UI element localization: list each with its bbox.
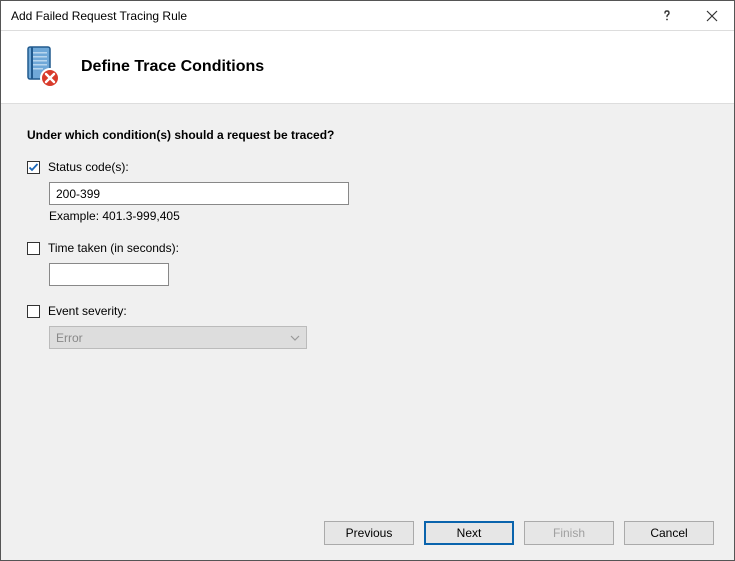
time-taken-checkbox[interactable] (27, 242, 40, 255)
event-severity-selected: Error (56, 331, 83, 345)
status-code-checkbox[interactable] (27, 161, 40, 174)
time-taken-label: Time taken (in seconds): (48, 241, 179, 255)
window-title: Add Failed Request Tracing Rule (11, 9, 644, 23)
status-code-group: Status code(s): Example: 401.3-999,405 (27, 160, 708, 223)
event-severity-group: Event severity: Error (27, 304, 708, 349)
wizard-step-title: Define Trace Conditions (81, 58, 264, 76)
wizard-header: Define Trace Conditions (1, 31, 734, 104)
cancel-button[interactable]: Cancel (624, 521, 714, 545)
close-button[interactable] (689, 1, 734, 31)
previous-button[interactable]: Previous (324, 521, 414, 545)
time-taken-input[interactable] (49, 263, 169, 286)
next-button[interactable]: Next (424, 521, 514, 545)
status-code-label: Status code(s): (48, 160, 129, 174)
titlebar: Add Failed Request Tracing Rule (1, 1, 734, 31)
wizard-window: Add Failed Request Tracing Rule (0, 0, 735, 561)
help-icon (660, 9, 674, 23)
wizard-body: Under which condition(s) should a reques… (1, 104, 734, 506)
status-code-hint: Example: 401.3-999,405 (49, 209, 708, 223)
event-severity-dropdown: Error (49, 326, 307, 349)
help-button[interactable] (644, 1, 689, 31)
finish-button: Finish (524, 521, 614, 545)
wizard-icon (19, 45, 63, 89)
close-icon (706, 10, 718, 22)
event-severity-label: Event severity: (48, 304, 127, 318)
time-taken-group: Time taken (in seconds): (27, 241, 708, 286)
condition-question: Under which condition(s) should a reques… (27, 128, 708, 142)
wizard-footer: Previous Next Finish Cancel (1, 506, 734, 560)
status-code-input[interactable] (49, 182, 349, 205)
chevron-down-icon (290, 333, 300, 343)
event-severity-checkbox[interactable] (27, 305, 40, 318)
